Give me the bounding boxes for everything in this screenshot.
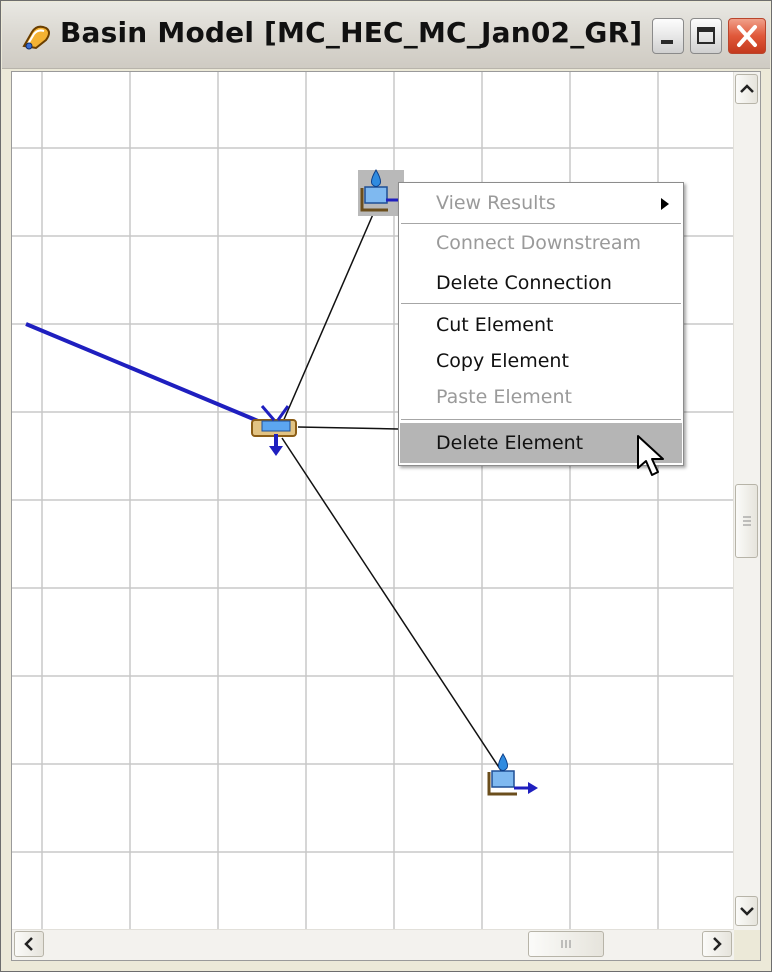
submenu-arrow-icon [661, 198, 669, 210]
window-title: Basin Model [MC_HEC_MC_Jan02_GR] [60, 16, 643, 49]
subbasin-icon [487, 753, 538, 796]
basin-model-window: Basin Model [MC_HEC_MC_Jan02_GR] View Re… [0, 0, 772, 972]
connection-junction-to-bottom[interactable] [281, 437, 503, 773]
grip-icon [561, 940, 571, 948]
menu-item-label: Copy Element [436, 350, 569, 372]
basin-model-client-area: View Results Connect Downstream Delete C… [11, 71, 761, 961]
menu-item-paste-element[interactable]: Paste Element [400, 379, 682, 415]
menu-item-label: View Results [436, 192, 556, 214]
subbasin-element-bottom[interactable] [487, 753, 538, 796]
minimize-icon [661, 40, 673, 44]
chevron-left-icon [24, 937, 33, 951]
menu-item-label: Paste Element [436, 386, 572, 408]
minimize-button[interactable] [652, 18, 684, 54]
close-icon [737, 25, 757, 47]
close-button[interactable] [728, 18, 766, 54]
title-bar[interactable]: Basin Model [MC_HEC_MC_Jan02_GR] [2, 2, 770, 69]
menu-item-label: Cut Element [436, 314, 554, 336]
menu-separator [401, 303, 681, 304]
grip-icon [742, 516, 751, 526]
basin-model-icon [22, 25, 50, 50]
menu-separator [401, 223, 681, 224]
connection-right-to-junction[interactable] [297, 426, 399, 430]
menu-item-label: Delete Connection [436, 272, 612, 294]
menu-item-cut-element[interactable]: Cut Element [400, 307, 682, 343]
menu-item-label: Delete Element [436, 432, 584, 454]
context-menu: View Results Connect Downstream Delete C… [398, 182, 684, 466]
scroll-right-button[interactable] [702, 931, 732, 957]
vertical-scrollbar[interactable] [733, 72, 760, 930]
menu-item-delete-connection[interactable]: Delete Connection [400, 265, 682, 301]
menu-item-copy-element[interactable]: Copy Element [400, 343, 682, 379]
mouse-cursor-icon [637, 435, 664, 476]
connection-top-to-junction[interactable] [281, 211, 375, 425]
scroll-up-button[interactable] [735, 74, 758, 104]
scroll-down-button[interactable] [735, 896, 758, 926]
maximize-button[interactable] [690, 18, 722, 54]
menu-separator [401, 419, 681, 420]
reach-line[interactable] [25, 322, 271, 428]
maximize-icon [697, 27, 715, 44]
scroll-left-button[interactable] [14, 931, 44, 957]
chevron-up-icon [739, 84, 754, 93]
horizontal-scroll-thumb[interactable] [528, 931, 604, 957]
vertical-scroll-thumb[interactable] [735, 484, 758, 558]
chevron-down-icon [739, 907, 754, 916]
basin-canvas[interactable]: View Results Connect Downstream Delete C… [12, 72, 734, 930]
menu-item-connect-downstream[interactable]: Connect Downstream [400, 225, 682, 261]
horizontal-scrollbar[interactable] [12, 929, 734, 960]
menu-item-view-results[interactable]: View Results [400, 185, 682, 221]
chevron-right-icon [713, 937, 722, 951]
menu-item-label: Connect Downstream [436, 232, 642, 254]
scrollbar-corner [734, 930, 760, 960]
